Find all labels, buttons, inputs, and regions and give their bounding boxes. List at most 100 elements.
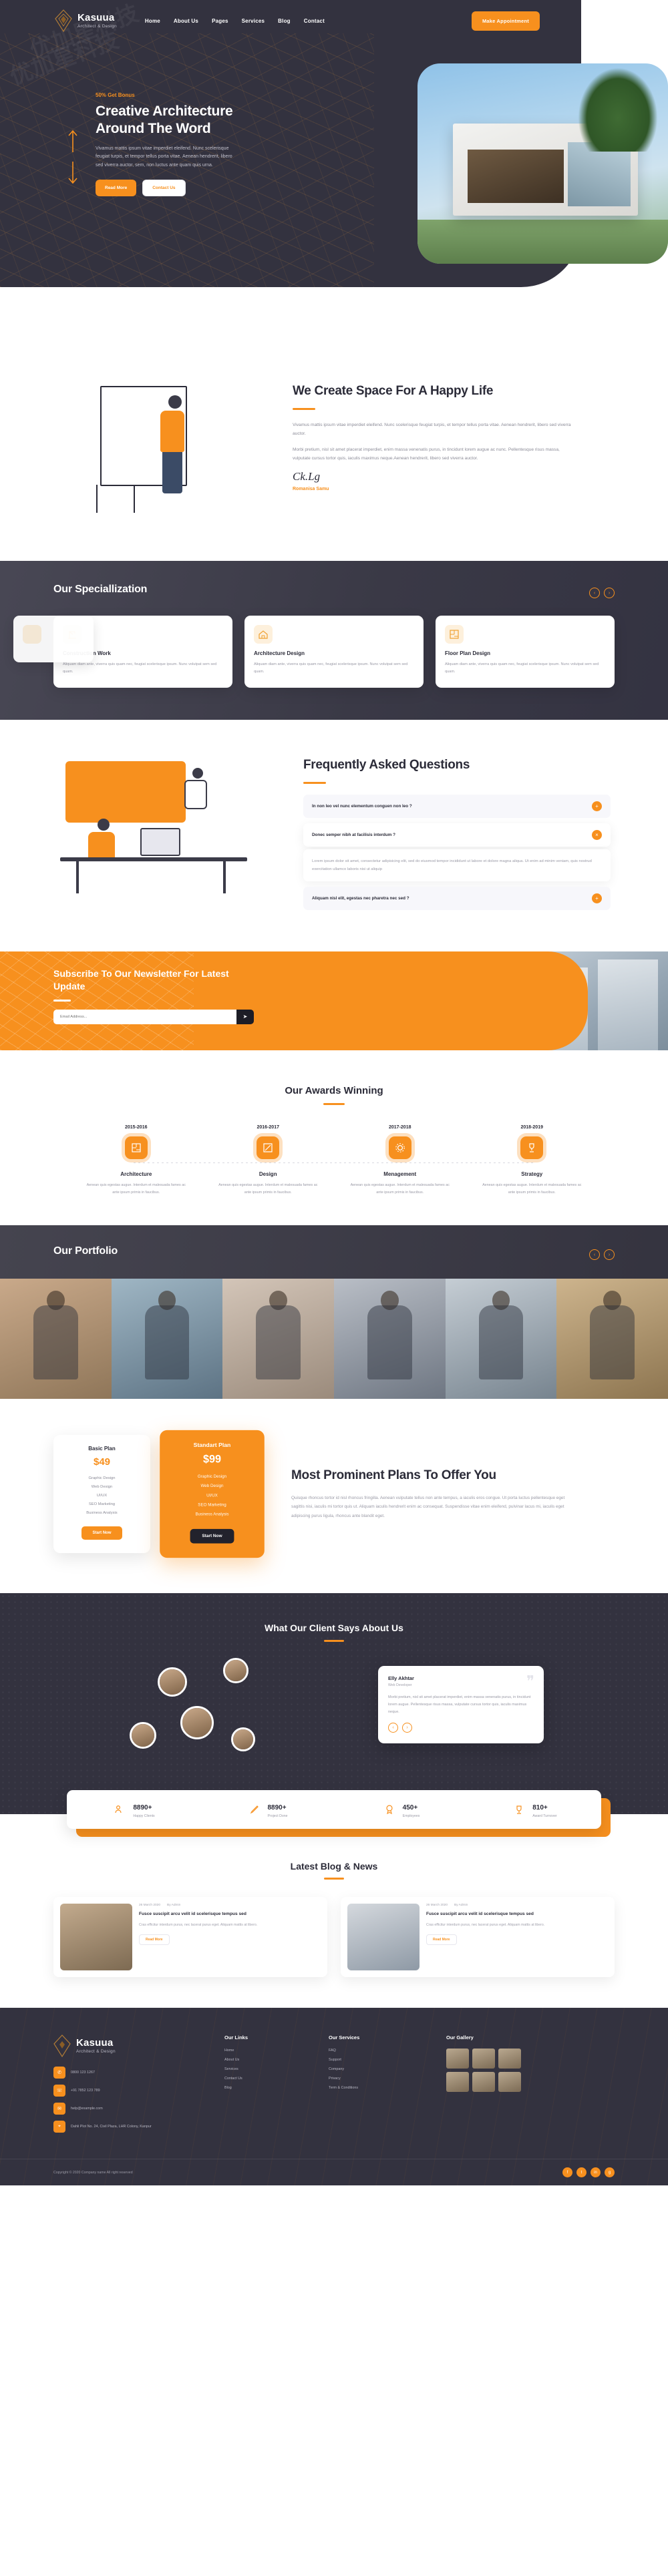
spec-prev-button[interactable]: ‹ <box>589 588 600 598</box>
nav-item-blog[interactable]: Blog <box>278 18 291 24</box>
award-item-2: 2017-2018 Menagement Aenean quis egestas… <box>334 1125 466 1196</box>
faq-toggle-close-icon-1[interactable]: × <box>592 829 602 840</box>
footer-gallery-title: Our Gallery <box>446 2034 474 2041</box>
avatar[interactable] <box>231 1727 255 1752</box>
nav-item-services[interactable]: Services <box>242 18 265 24</box>
diamond-logo-icon <box>55 9 72 32</box>
nav-item-about[interactable]: About Us <box>174 18 198 24</box>
nav-item-pages[interactable]: Pages <box>212 18 228 24</box>
faq-toggle-plus-icon-0[interactable]: + <box>592 801 602 811</box>
make-appointment-button[interactable]: Make Appointment <box>471 11 540 31</box>
footer-service-terms[interactable]: Term & Conditions <box>329 2086 429 2090</box>
footer-link-about[interactable]: About Us <box>224 2058 311 2062</box>
pencil-icon <box>247 1802 262 1817</box>
portfolio-item[interactable] <box>111 1279 223 1400</box>
gallery-thumb[interactable] <box>498 2049 521 2069</box>
pricing-plan-standard[interactable]: Standart Plan $99 Graphic Design Web Des… <box>160 1430 265 1558</box>
avatar[interactable] <box>158 1667 187 1697</box>
footer-link-blog[interactable]: Blog <box>224 2086 311 2090</box>
stat-number-1: 8890+ <box>267 1804 287 1812</box>
logo[interactable]: Kasuua Architect & Design <box>55 9 117 32</box>
pricing-plan-basic[interactable]: Basic Plan $49 Graphic Design Web Design… <box>53 1435 150 1554</box>
stat-number-0: 8890+ <box>133 1804 152 1812</box>
google-icon[interactable]: g <box>605 2167 615 2178</box>
award-item-3: 2018-2019 Strategy Aenean quis egestas a… <box>466 1125 599 1196</box>
blog-post-0[interactable]: 26 March 2020 By Admin Fusce suscipit ar… <box>53 1897 327 1978</box>
email-input[interactable] <box>53 1009 236 1024</box>
spec-card-peek[interactable] <box>13 616 94 662</box>
specialization-section: Our Speciallization ‹ › Construction Wor… <box>0 561 668 720</box>
gallery-thumb[interactable] <box>472 2049 495 2069</box>
blog-post-1[interactable]: 26 March 2020 By Admin Fusce suscipit ar… <box>341 1897 615 1978</box>
architect-illustration <box>53 361 274 514</box>
pencil-ruler-icon <box>257 1136 280 1160</box>
plan-price-basic: $49 <box>93 1456 111 1468</box>
basic-start-now-button[interactable]: Start Now <box>81 1526 122 1540</box>
avatar[interactable] <box>180 1706 214 1740</box>
specialization-cards: Construction Work Aliquam diam ante, viv… <box>13 616 615 688</box>
footer-service-support[interactable]: Support <box>329 2058 429 2062</box>
plan-feature: UI/UX <box>96 1494 108 1498</box>
about-title: We Create Space For A Happy Life <box>293 384 494 399</box>
phone-icon: ✆ <box>53 2067 65 2079</box>
footer-link-contact[interactable]: Contact Us <box>224 2077 311 2081</box>
blog-read-more-1[interactable]: Read More <box>426 1934 457 1945</box>
footer-link-services[interactable]: Services <box>224 2067 311 2071</box>
footer-link-home[interactable]: Home <box>224 2049 311 2053</box>
pricing-title: Most Prominent Plans To Offer You <box>291 1468 496 1483</box>
faq-toggle-plus-icon-2[interactable]: + <box>592 893 602 904</box>
award-name-1: Design <box>259 1171 277 1178</box>
badge-icon <box>382 1802 397 1817</box>
gallery-thumb[interactable] <box>472 2072 495 2093</box>
avatar[interactable] <box>223 1658 248 1684</box>
stat-item-1: 8890+ Project Done <box>200 1801 334 1818</box>
blog-author-0: By Admin <box>167 1904 181 1908</box>
portfolio-item[interactable] <box>334 1279 446 1400</box>
portfolio-next-button[interactable]: › <box>604 1249 615 1261</box>
blog-thumbnail <box>347 1904 420 1971</box>
portfolio-item[interactable] <box>0 1279 112 1400</box>
nav-item-home[interactable]: Home <box>145 18 160 24</box>
portfolio-prev-button[interactable]: ‹ <box>589 1249 600 1261</box>
facebook-icon[interactable]: f <box>562 2167 572 2178</box>
gallery-thumb[interactable] <box>446 2049 469 2069</box>
faq-item-1[interactable]: Donec semper nibh at facilisis interdum … <box>303 823 611 847</box>
faq-item-0[interactable]: In non leo vel nunc elementum conguen no… <box>303 794 611 818</box>
spec-card-2[interactable]: Floor Plan Design Aliquam diam ante, viv… <box>436 616 615 688</box>
nav-item-contact[interactable]: Contact <box>304 18 325 24</box>
linkedin-icon[interactable]: in <box>591 2167 601 2178</box>
mail-icon: ✉ <box>53 2103 65 2115</box>
specialization-title: Our Speciallization <box>53 584 148 595</box>
footer-service-privacy[interactable]: Privacy <box>329 2077 429 2081</box>
gallery-thumb[interactable] <box>498 2072 521 2093</box>
footer-logo[interactable]: Kasuua Architect & Design <box>53 2034 207 2058</box>
gallery-thumb[interactable] <box>446 2072 469 2093</box>
portfolio-item[interactable] <box>556 1279 668 1400</box>
spec-card-1-title: Architecture Design <box>254 650 305 656</box>
spec-next-button[interactable]: › <box>604 588 615 598</box>
read-more-button[interactable]: Read More <box>96 180 137 197</box>
avatar[interactable] <box>130 1722 156 1749</box>
twitter-icon[interactable]: t <box>576 2167 587 2178</box>
plan-feature: SEO Marketing <box>88 1502 116 1507</box>
blog-read-more-0[interactable]: Read More <box>139 1934 170 1945</box>
awards-timeline: 2015-2016 Architecture Aenean quis egest… <box>70 1125 598 1196</box>
send-icon[interactable]: ➤ <box>236 1009 254 1024</box>
stat-item-3: 810+ Award Turnover <box>468 1801 601 1818</box>
footer-service-faq[interactable]: FAQ <box>329 2049 429 2053</box>
contact-us-button[interactable]: Contact Us <box>142 180 186 197</box>
footer-service-company[interactable]: Company <box>329 2067 429 2071</box>
scroll-arrows-icon <box>65 128 80 189</box>
faq-illustration <box>53 757 287 911</box>
faq-item-2[interactable]: Aliquam nisl elit, egestas nec pharetra … <box>303 887 611 911</box>
spec-card-1[interactable]: Architecture Design Aliquam diam ante, v… <box>244 616 424 688</box>
portfolio-item[interactable] <box>222 1279 335 1400</box>
testimonial-prev-button[interactable]: ‹ <box>388 1723 398 1733</box>
testimonial-next-button[interactable]: › <box>402 1723 412 1733</box>
stat-number-2: 450+ <box>402 1804 418 1812</box>
testimonial-author-name: Elly Akhtar <box>388 1675 414 1682</box>
testimonial-title: What Our Client Says About Us <box>265 1623 403 1634</box>
plan-feature: UI/UX <box>206 1494 218 1498</box>
standard-start-now-button[interactable]: Start Now <box>190 1528 234 1544</box>
portfolio-item[interactable] <box>445 1279 557 1400</box>
